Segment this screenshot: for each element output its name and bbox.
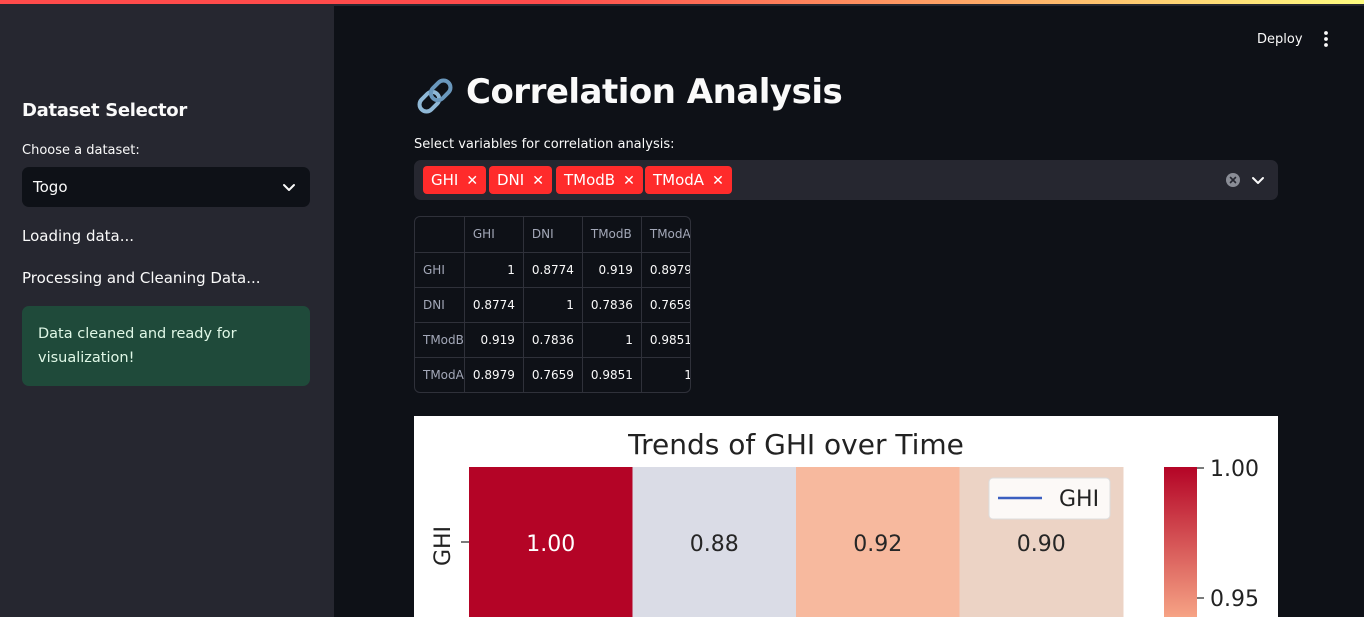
chevron-down-icon[interactable] bbox=[1250, 172, 1266, 188]
table-header-row: GHI DNI TModB TModA bbox=[415, 217, 690, 253]
chart-title: Trends of GHI over Time bbox=[627, 428, 964, 461]
table-cell: 1 bbox=[464, 252, 524, 288]
table-cell: 0.7659 bbox=[523, 357, 583, 392]
sidebar-title: Dataset Selector bbox=[22, 100, 187, 121]
colorbar bbox=[1164, 467, 1197, 617]
table-cell: 1 bbox=[523, 287, 583, 323]
table-cell: 0.9851 bbox=[582, 357, 642, 392]
table-cell: 0.8774 bbox=[464, 287, 524, 323]
close-icon[interactable]: ✕ bbox=[712, 173, 724, 189]
column-header: GHI bbox=[464, 217, 524, 253]
chip-tmodb[interactable]: TModB ✕ bbox=[556, 166, 643, 194]
chip-label: TModB bbox=[564, 171, 616, 189]
table-cell: 1 bbox=[641, 357, 690, 392]
multiselect-label: Select variables for correlation analysi… bbox=[414, 137, 675, 152]
chip-tmoda[interactable]: TModA ✕ bbox=[645, 166, 732, 194]
close-icon[interactable]: ✕ bbox=[466, 173, 478, 189]
status-loading: Loading data... bbox=[22, 227, 135, 245]
row-header: TModA bbox=[415, 357, 465, 392]
chip-dni[interactable]: DNI ✕ bbox=[489, 166, 552, 194]
correlation-table[interactable]: GHI DNI TModB TModA GHI 1 0.8774 0.919 0… bbox=[414, 216, 691, 393]
table-row: TModA 0.8979 0.7659 0.9851 1 bbox=[415, 357, 690, 392]
column-header: DNI bbox=[523, 217, 583, 253]
dataset-select-value: Togo bbox=[33, 178, 68, 196]
colorbar-tick-label: 1.00 bbox=[1210, 457, 1259, 482]
table-cell: 0.8774 bbox=[523, 252, 583, 288]
sidebar: Dataset Selector Choose a dataset: Togo … bbox=[0, 6, 334, 617]
legend-label: GHI bbox=[1059, 487, 1099, 512]
page-title: Correlation Analysis bbox=[466, 72, 843, 112]
heatmap-cell-label: 0.92 bbox=[853, 532, 902, 557]
chip-label: DNI bbox=[497, 171, 525, 189]
table-cell: 0.8979 bbox=[641, 252, 690, 288]
table-cell: 0.919 bbox=[582, 252, 642, 288]
table-cell: 0.7836 bbox=[523, 322, 583, 358]
chip-label: GHI bbox=[431, 171, 459, 189]
heatmap-cell-label: 1.00 bbox=[526, 532, 575, 557]
close-icon[interactable]: ✕ bbox=[532, 173, 544, 189]
chevron-down-icon bbox=[283, 184, 295, 191]
success-message: Data cleaned and ready for visualization… bbox=[38, 326, 237, 366]
kebab-icon[interactable] bbox=[1318, 29, 1334, 49]
clear-all-icon[interactable] bbox=[1226, 173, 1240, 187]
link-icon bbox=[417, 78, 453, 114]
chip-ghi[interactable]: GHI ✕ bbox=[423, 166, 487, 194]
variable-multiselect[interactable]: GHI ✕ DNI ✕ TModB ✕ TModA ✕ bbox=[414, 160, 1278, 200]
table-row: GHI 1 0.8774 0.919 0.8979 bbox=[415, 252, 690, 288]
success-alert: Data cleaned and ready for visualization… bbox=[22, 306, 310, 386]
table-cell: 0.9851 bbox=[641, 322, 690, 358]
table-cell: 0.919 bbox=[464, 322, 524, 358]
column-header: TModA bbox=[641, 217, 690, 253]
table-row: DNI 0.8774 1 0.7836 0.7659 bbox=[415, 287, 690, 323]
colorbar-tick-label: 0.95 bbox=[1210, 587, 1259, 612]
heatmap-cell-label: 0.88 bbox=[690, 532, 739, 557]
column-header: TModB bbox=[582, 217, 642, 253]
row-header: TModB bbox=[415, 322, 465, 358]
table-cell: 0.8979 bbox=[464, 357, 524, 392]
close-icon[interactable]: ✕ bbox=[623, 173, 635, 189]
table-corner-cell bbox=[415, 217, 465, 253]
chart-legend: GHI bbox=[988, 477, 1111, 520]
heatmap-chart: Trends of GHI over Time 1.00 0.88 0.92 0.90… bbox=[431, 428, 1259, 617]
deploy-button[interactable]: Deploy bbox=[1257, 32, 1303, 47]
dataset-select[interactable]: Togo bbox=[22, 167, 310, 207]
table-row: TModB 0.919 0.7836 1 0.9851 bbox=[415, 322, 690, 358]
heatmap-cell-label: 0.90 bbox=[1017, 532, 1066, 557]
row-header: GHI bbox=[415, 252, 465, 288]
table-cell: 1 bbox=[582, 322, 642, 358]
heatmap-figure: Trends of GHI over Time 1.00 0.88 0.92 0.90… bbox=[414, 416, 1278, 617]
table-cell: 0.7659 bbox=[641, 287, 690, 323]
status-processing: Processing and Cleaning Data... bbox=[22, 269, 261, 287]
y-axis-label: GHI bbox=[431, 526, 456, 566]
table-cell: 0.7836 bbox=[582, 287, 642, 323]
dataset-select-label: Choose a dataset: bbox=[22, 143, 140, 158]
row-header: DNI bbox=[415, 287, 465, 323]
chip-label: TModA bbox=[653, 171, 705, 189]
